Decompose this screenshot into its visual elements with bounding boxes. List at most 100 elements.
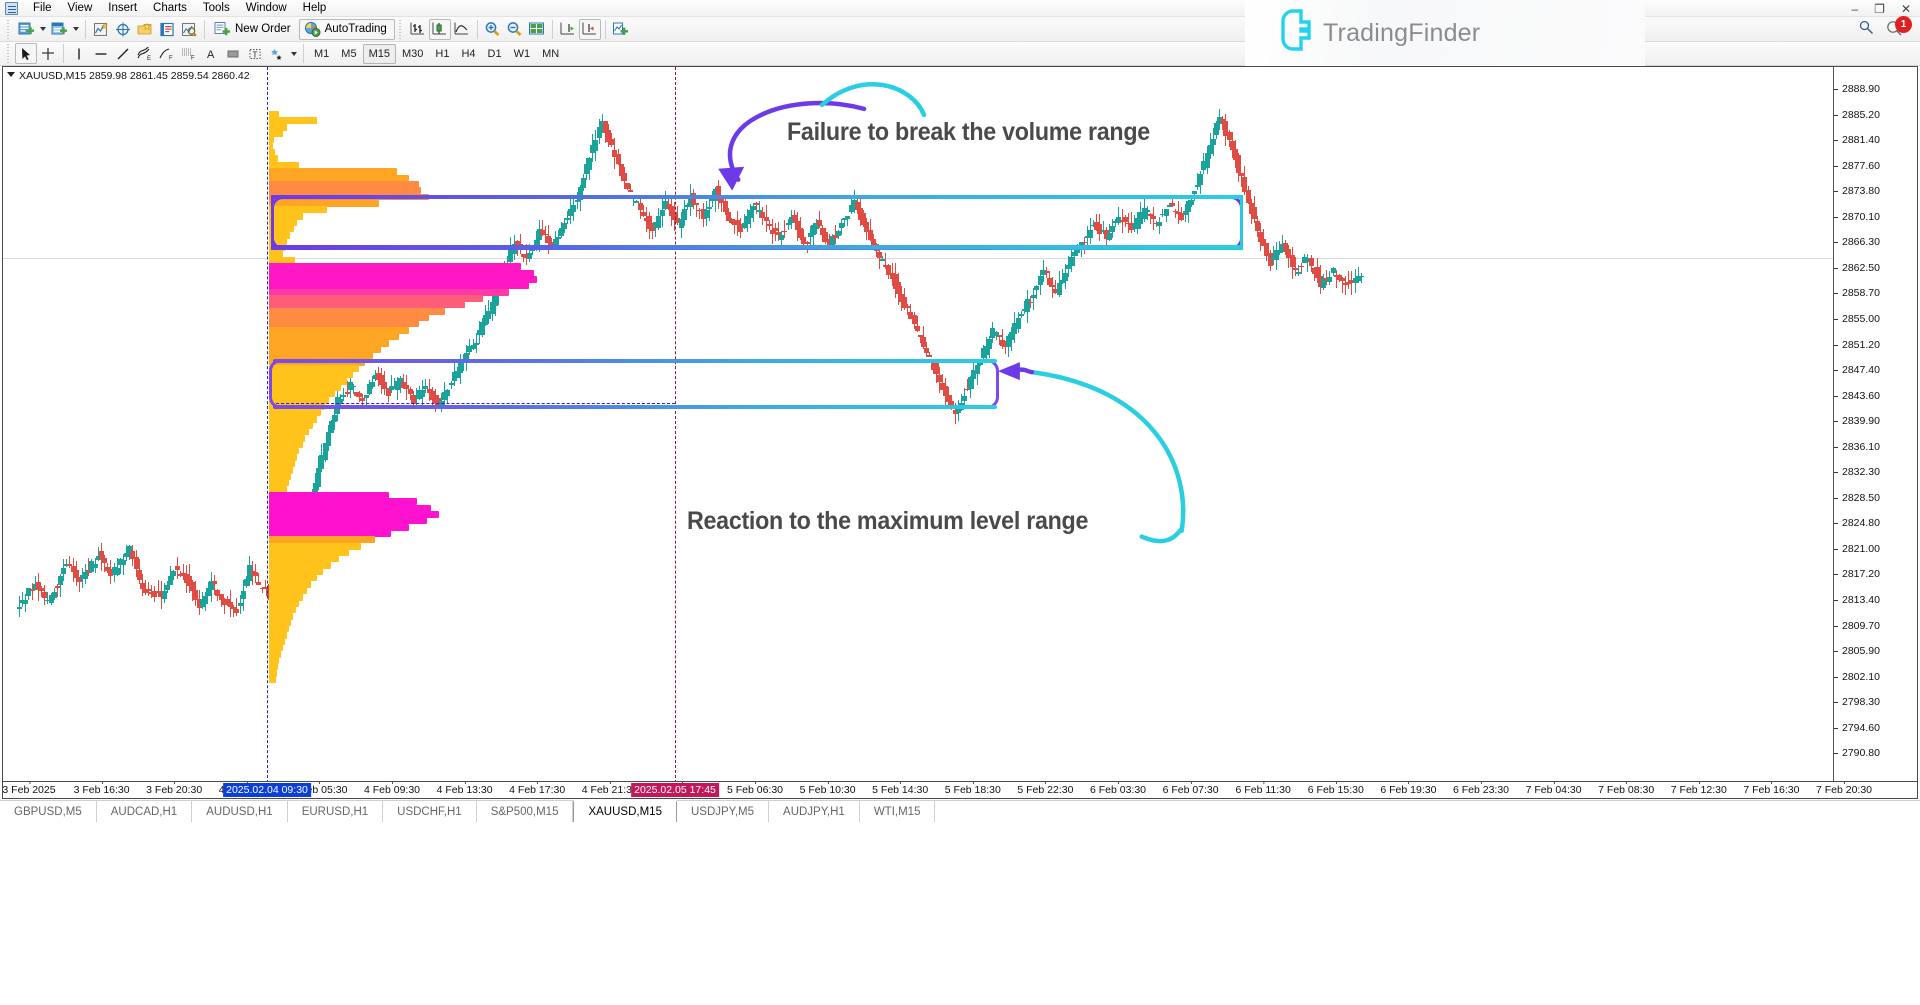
annotation-max-level-range: Reaction to the maximum level range xyxy=(687,507,1089,535)
cursor-icon[interactable] xyxy=(15,43,37,64)
svg-text:A: A xyxy=(207,49,215,61)
candlestick-chart-icon[interactable] xyxy=(428,18,451,40)
label-icon[interactable] xyxy=(222,43,244,64)
time-tick: 7 Feb 16:30 xyxy=(1743,781,1799,796)
chart-tab-audjpy-h1[interactable]: AUDJPY,H1 xyxy=(769,801,860,822)
auto-scroll-icon[interactable] xyxy=(557,19,579,40)
svg-text:E: E xyxy=(147,56,151,61)
menu-item-charts[interactable]: Charts xyxy=(145,1,195,15)
menu-item-insert[interactable]: Insert xyxy=(100,1,145,15)
text-icon[interactable]: A xyxy=(200,43,222,64)
autotrading-button[interactable]: AutoTrading xyxy=(298,18,395,40)
shapes-icon[interactable] xyxy=(266,43,288,64)
tile-windows-icon[interactable] xyxy=(526,19,548,40)
fibonacci-fan-icon[interactable]: F xyxy=(178,43,200,64)
menu-item-window[interactable]: Window xyxy=(238,1,295,15)
menu-item-file[interactable]: File xyxy=(25,1,60,15)
chart-collapse-icon[interactable] xyxy=(7,72,15,77)
equidistant-channel-icon[interactable]: E xyxy=(134,43,156,64)
chart-tab-audusd-h1[interactable]: AUDUSD,H1 xyxy=(192,801,288,822)
chart-tab-gbpusd-m5[interactable]: GBPUSD,M5 xyxy=(0,801,97,822)
time-tick: 5 Feb 18:30 xyxy=(945,781,1001,796)
indicators-icon[interactable] xyxy=(90,19,112,40)
time-axis[interactable]: 3 Feb 20253 Feb 16:303 Feb 20:304 Feb 01… xyxy=(2,781,1918,799)
toolbar-grip[interactable] xyxy=(6,44,12,63)
text-box-icon[interactable]: T xyxy=(244,43,266,64)
add-indicator-icon[interactable] xyxy=(610,19,632,40)
menu-item-view[interactable]: View xyxy=(60,1,101,15)
trendline-icon[interactable] xyxy=(112,43,134,64)
period-mn[interactable]: MN xyxy=(536,44,565,64)
chart-tab-eurusd-h1[interactable]: EURUSD,H1 xyxy=(288,801,384,822)
period-w1[interactable]: W1 xyxy=(508,44,537,64)
horizontal-line-icon[interactable] xyxy=(90,43,112,64)
upper-zone-bottom-line xyxy=(273,245,1241,249)
toolbar-separator xyxy=(476,19,478,39)
fibonacci-retracement-icon[interactable]: F xyxy=(156,43,178,64)
time-tick: 7 Feb 04:30 xyxy=(1526,781,1582,796)
time-tick: 4 Feb 21:30 xyxy=(582,781,638,796)
crosshair-start-timestamp: 2025.02.04 09:30 xyxy=(223,783,311,797)
chart-profile-icon[interactable] xyxy=(48,19,70,40)
bar-chart-icon[interactable] xyxy=(407,19,429,40)
metatrader-window: File View Insert Charts Tools Window Hel… xyxy=(0,0,1920,1005)
period-h1[interactable]: H1 xyxy=(429,44,455,64)
time-tick: 7 Feb 12:30 xyxy=(1671,781,1727,796)
chart-shift-icon[interactable] xyxy=(578,18,601,40)
toolbar-grip[interactable] xyxy=(397,19,404,39)
chart-tab-usdjpy-m5[interactable]: USDJPY,M5 xyxy=(677,801,770,822)
period-h4[interactable]: H4 xyxy=(455,44,481,64)
line-chart-icon[interactable] xyxy=(451,19,473,40)
close-button[interactable]: ✕ xyxy=(1898,2,1914,16)
upper-value-area-box-cyan[interactable] xyxy=(271,195,1243,250)
period-m1[interactable]: M1 xyxy=(308,44,335,64)
strategy-tester-icon[interactable] xyxy=(178,19,200,40)
period-m5[interactable]: M5 xyxy=(335,44,362,64)
candlestick xyxy=(615,148,621,165)
terminal-icon[interactable] xyxy=(156,19,178,40)
chart-profile-dropdown-icon[interactable] xyxy=(70,19,81,40)
zoom-out-icon[interactable] xyxy=(504,19,526,40)
chart-tab-wti-m15[interactable]: WTI,M15 xyxy=(860,801,936,822)
time-tick: 7 Feb 20:30 xyxy=(1816,781,1872,796)
candlestick xyxy=(1198,171,1204,194)
time-tick: 3 Feb 16:30 xyxy=(74,781,130,796)
crosshair-icon[interactable] xyxy=(37,43,59,64)
top-right-icons: 1 xyxy=(1859,16,1912,40)
minimize-button[interactable]: – xyxy=(1848,2,1861,16)
period-m15[interactable]: M15 xyxy=(362,43,396,64)
annotation-volume-range: Failure to break the volume range xyxy=(787,118,1150,146)
chart-tab-usdchf-h1[interactable]: USDCHF,H1 xyxy=(383,801,477,822)
period-m30[interactable]: M30 xyxy=(396,44,429,64)
notifications-icon[interactable]: 1 xyxy=(1886,16,1912,40)
chart-window[interactable]: XAUUSD,M15 2859.98 2861.45 2859.54 2860.… xyxy=(2,66,1918,782)
crosshair-target-icon[interactable] xyxy=(112,19,134,40)
time-tick: 7 Feb 08:30 xyxy=(1598,781,1654,796)
toolbar-separator xyxy=(63,44,64,63)
time-tick: 4 Feb 09:30 xyxy=(364,781,420,796)
crosshair-start-line xyxy=(267,67,268,781)
new-chart-icon[interactable] xyxy=(15,19,37,40)
chart-plot-area[interactable]: Failure to break the volume range Reacti… xyxy=(3,67,1833,781)
zoom-in-icon[interactable] xyxy=(482,19,504,40)
expert-advisor-icon[interactable] xyxy=(134,19,156,40)
chart-tab-s-p500-m15[interactable]: S&P500,M15 xyxy=(477,801,574,822)
chart-tab-audcad-h1[interactable]: AUDCAD,H1 xyxy=(97,801,193,822)
menu-item-help[interactable]: Help xyxy=(295,1,335,15)
toolbar-grip[interactable] xyxy=(6,19,12,39)
lower-value-area-box[interactable] xyxy=(269,359,999,409)
shapes-dropdown-icon[interactable] xyxy=(288,43,299,64)
menu-item-tools[interactable]: Tools xyxy=(195,1,238,15)
search-icon[interactable] xyxy=(1859,20,1874,40)
restore-button[interactable]: ❐ xyxy=(1871,2,1888,16)
svg-text:T: T xyxy=(253,50,258,59)
period-d1[interactable]: D1 xyxy=(482,44,508,64)
time-tick: 6 Feb 07:30 xyxy=(1163,781,1219,796)
new-chart-dropdown-icon[interactable] xyxy=(37,19,48,40)
vertical-line-icon[interactable] xyxy=(68,43,90,64)
new-order-button[interactable]: New Order xyxy=(209,19,299,40)
candlestick xyxy=(1358,273,1364,284)
upper-zone-top-line xyxy=(273,195,1241,199)
chart-tab-xauusd-m15[interactable]: XAUUSD,M15 xyxy=(573,800,677,822)
price-axis[interactable]: 2888.90 2885.20 2881.40 2877.60 2873.80 2870.… xyxy=(1833,67,1917,781)
